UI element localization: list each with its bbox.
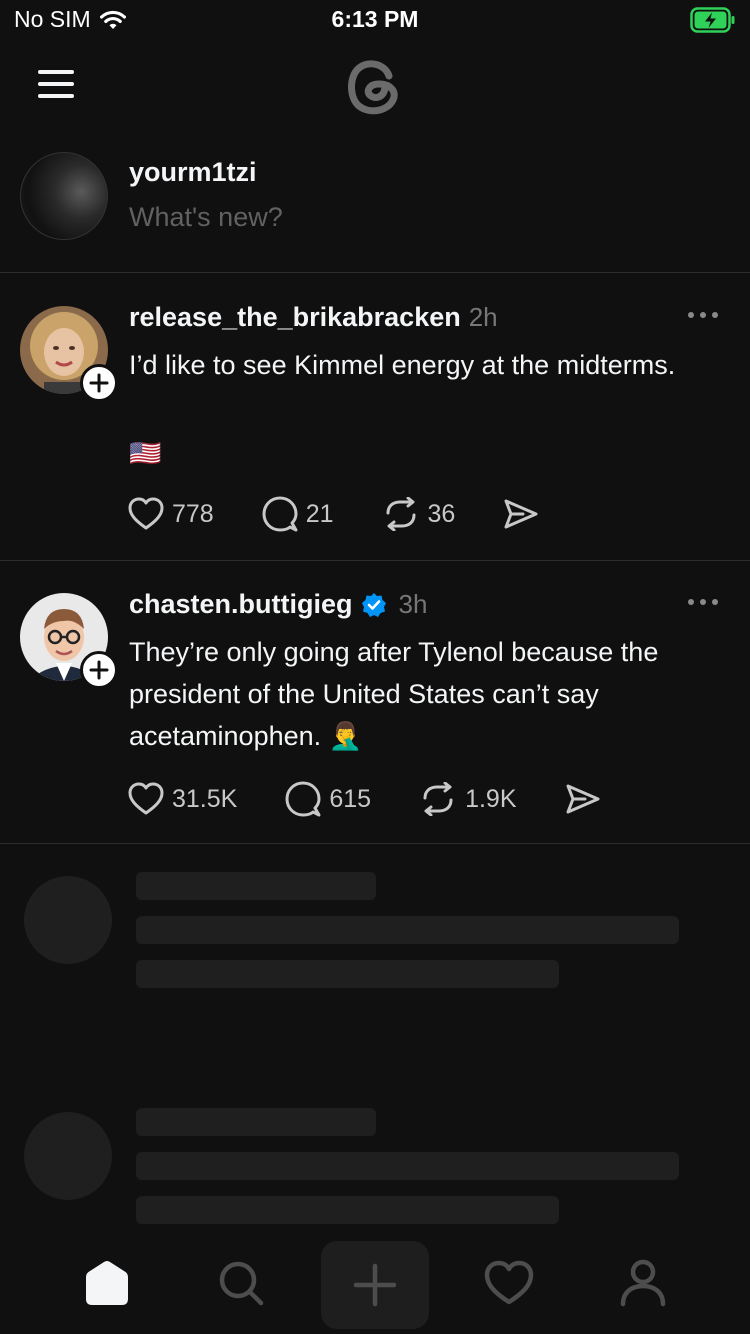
my-avatar[interactable] [20,152,108,240]
composer-username: yourm1tzi [129,157,257,187]
search-icon [219,1261,264,1306]
threads-logo-icon[interactable] [345,54,405,118]
comment-icon [285,781,321,817]
profile-icon [620,1259,666,1307]
post-time: 3h [398,589,428,619]
verified-badge-icon [361,592,386,617]
like-button[interactable]: 31.5K [128,782,237,816]
reply-button[interactable]: 21 [262,496,334,532]
tab-activity[interactable] [455,1238,563,1328]
post-time: 2h [468,302,498,332]
send-icon [504,499,538,529]
follow-plus-icon[interactable] [80,364,118,402]
skeleton-avatar [24,876,112,964]
skeleton-line [136,1108,376,1136]
skeleton-line [136,1196,559,1224]
skeleton-line [136,960,559,988]
post-text-content: They’re only going after Tylenol because… [129,637,659,751]
reply-button[interactable]: 615 [285,781,371,817]
repost-icon [386,497,416,531]
repost-button[interactable]: 1.9K [419,782,517,816]
repost-count: 1.9K [465,784,517,813]
share-button[interactable] [565,783,601,815]
heart-icon [128,782,164,815]
post-card[interactable]: release_the_brikabracken 2h I’d like to … [0,274,750,561]
skeleton-line [136,872,376,900]
share-button[interactable] [503,498,539,530]
new-thread-composer[interactable]: yourm1tzi What's new? [0,140,750,273]
like-button[interactable]: 778 [128,497,214,531]
tab-home[interactable] [53,1238,161,1328]
repost-icon [423,782,453,816]
skeleton-avatar [24,1112,112,1200]
tab-profile[interactable] [589,1238,697,1328]
battery-icon [690,7,736,38]
composer-input[interactable]: What's new? [129,202,283,233]
follow-plus-icon[interactable] [80,651,118,689]
post-text: They’re only going after Tylenol because… [129,631,734,757]
skeleton-line [136,916,679,944]
like-count: 778 [172,499,214,528]
more-options-icon[interactable] [688,599,718,605]
post-text: I’d like to see Kimmel energy at the mid… [129,350,676,380]
post-emoji: 🤦‍♂️ [328,721,363,751]
send-icon [566,784,599,814]
tab-search[interactable] [187,1238,295,1328]
author-avatar-wrapper[interactable] [20,593,118,689]
threads-feed-screen: No SIM 6:13 PM yourm1tzi What's new? rel… [0,0,750,1334]
more-options-icon[interactable] [688,312,718,318]
comment-icon [262,496,298,532]
post-header: release_the_brikabracken 2h [129,302,498,333]
status-bar: No SIM 6:13 PM [0,0,750,40]
status-time: 6:13 PM [331,6,419,32]
repost-count: 36 [427,499,456,528]
author-username[interactable]: release_the_brikabracken [129,302,461,333]
post-emoji: 🇺🇸 [129,438,162,468]
post-header: chasten.buttigieg 3h [129,589,427,620]
tab-bar [0,1238,750,1334]
post-actions: 778 21 36 [128,496,587,532]
author-avatar-wrapper[interactable] [20,306,118,402]
post-actions: 31.5K 615 1.9K [128,781,649,817]
hamburger-icon[interactable] [38,70,74,98]
repost-button[interactable]: 36 [382,497,456,531]
reply-count: 615 [329,784,372,813]
post-card[interactable]: chasten.buttigieg 3h They’re only going … [0,561,750,844]
activity-heart-icon [484,1260,534,1305]
tab-create[interactable] [321,1241,429,1329]
like-count: 31.5K [172,784,238,813]
reply-count: 21 [305,499,334,528]
author-username[interactable]: chasten.buttigieg [129,589,353,620]
home-icon [86,1261,128,1305]
heart-icon [128,497,164,530]
create-icon [353,1263,397,1307]
skeleton-line [136,1152,679,1180]
